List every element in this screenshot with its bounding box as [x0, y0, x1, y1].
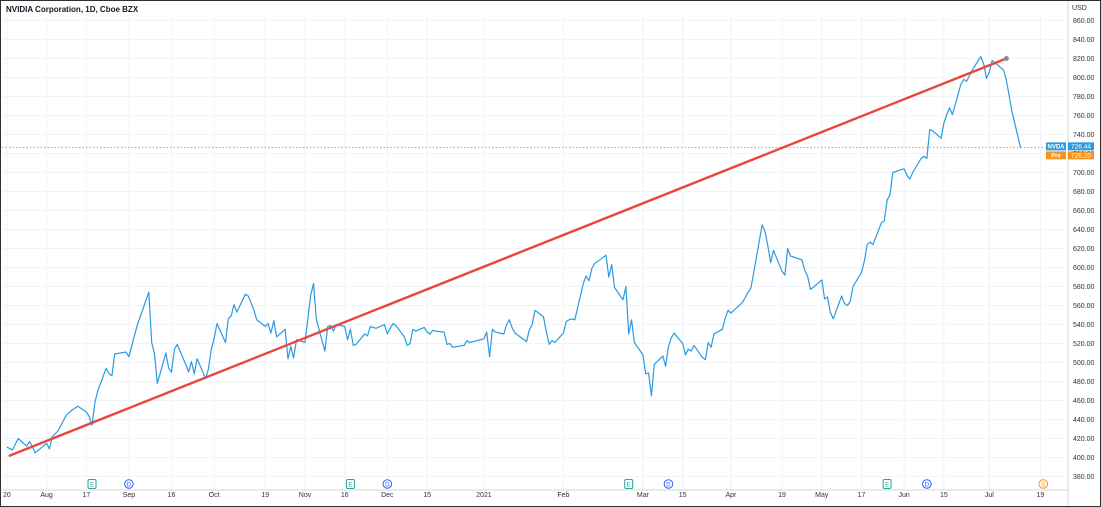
x-tick-label: Aug: [40, 492, 53, 499]
y-tick-label: 480.00: [1073, 379, 1095, 386]
x-tick-label: Jul: [985, 492, 994, 499]
x-tick-label: Feb: [557, 492, 569, 499]
event-marker-letter: D: [385, 482, 390, 488]
y-tick-label: 380.00: [1073, 474, 1095, 481]
trend-line-handle: [1003, 56, 1009, 61]
event-marker-letter: D: [127, 482, 132, 488]
y-tick-label: 800.00: [1073, 75, 1095, 82]
trend-line: [8, 57, 1008, 457]
y-tick-label: 580.00: [1073, 284, 1095, 291]
x-tick-label: Dec: [381, 492, 394, 499]
y-tick-label: 700.00: [1073, 170, 1095, 177]
x-tick-label: 17: [82, 492, 90, 499]
y-tick-label: 460.00: [1073, 398, 1095, 405]
x-tick-label: Oct: [209, 492, 220, 499]
x-tick-label: Mar: [637, 492, 650, 499]
x-tick-label: Jun: [898, 492, 909, 499]
y-tick-label: 520.00: [1073, 341, 1095, 348]
y-tick-label: 540.00: [1073, 322, 1095, 329]
event-marker-letter: D: [666, 482, 671, 488]
x-tick-label: Nov: [299, 492, 312, 499]
y-tick-label: 400.00: [1073, 455, 1095, 462]
event-marker-letter: E: [627, 482, 631, 488]
price-chart[interactable]: 380.00 400.00 420.00 440.00 460.00 480.00 500.…: [0, 0, 1101, 507]
x-tick-label: 19: [1037, 492, 1045, 499]
y-tick-label: 500.00: [1073, 360, 1095, 367]
y-tick-label: 860.00: [1073, 18, 1095, 25]
x-tick-label: 17: [858, 492, 866, 499]
y-tick-label: 660.00: [1073, 208, 1095, 215]
x-tick-label: 16: [168, 492, 176, 499]
y-tick-label: 560.00: [1073, 303, 1095, 310]
y-tick-label: 840.00: [1073, 37, 1095, 44]
price-tag-value: 726.44: [1071, 144, 1091, 151]
event-marker-letter: E: [885, 482, 889, 488]
x-tick-label: 2021: [476, 492, 492, 499]
x-tick-label: 15: [423, 492, 431, 499]
y-tick-label: 640.00: [1073, 227, 1095, 234]
y-tick-label: 780.00: [1073, 94, 1095, 101]
y-tick-label: 680.00: [1073, 189, 1095, 196]
price-tag-symbol: NVDA: [1047, 145, 1065, 151]
y-tick-label: 760.00: [1073, 113, 1095, 120]
y-tick-label: 820.00: [1073, 56, 1095, 63]
x-tick-label: 20: [3, 492, 11, 499]
x-tick-label: May: [815, 492, 829, 499]
x-tick-label: 16: [341, 492, 349, 499]
y-tick-label: 740.00: [1073, 132, 1095, 139]
event-marker-letter: E: [348, 482, 352, 488]
x-tick-label: Apr: [725, 492, 737, 499]
event-marker-letter: S: [1041, 482, 1045, 488]
price-tag-value: 726.20: [1071, 153, 1091, 160]
event-marker-letter: E: [90, 482, 94, 488]
price-tag-symbol: Pre: [1051, 154, 1061, 160]
x-tick-label: Sep: [123, 492, 136, 499]
y-tick-label: 620.00: [1073, 246, 1095, 253]
x-tick-label: 15: [679, 492, 687, 499]
y-tick-label: 600.00: [1073, 265, 1095, 272]
x-tick-label: 19: [778, 492, 786, 499]
y-tick-label: 420.00: [1073, 436, 1095, 443]
y-tick-label: 440.00: [1073, 417, 1095, 424]
x-tick-label: 19: [261, 492, 269, 499]
event-marker-letter: D: [925, 482, 930, 488]
x-tick-label: 15: [940, 492, 948, 499]
